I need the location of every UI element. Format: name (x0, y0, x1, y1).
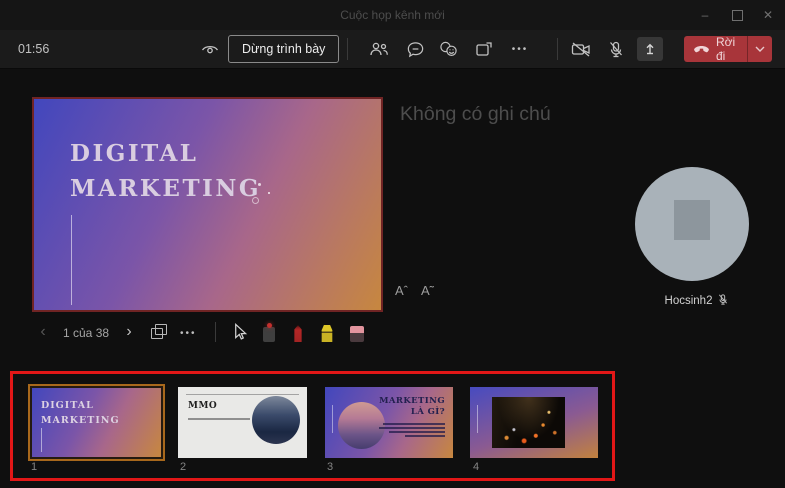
participant-name: Hocsinh2 (614, 293, 780, 307)
thumbnail-number: 4 (473, 461, 480, 473)
maximize-icon[interactable] (722, 0, 752, 30)
camera-off-icon[interactable] (569, 37, 593, 61)
minimize-icon[interactable]: – (690, 0, 720, 30)
laser-pointer-icon[interactable] (259, 320, 279, 342)
thumbnail-text-bar (379, 427, 445, 429)
eye-icon[interactable] (199, 38, 221, 60)
meeting-timer: 01:56 (18, 42, 50, 56)
chat-icon[interactable] (403, 37, 427, 61)
thumbnail-text-bar (389, 431, 445, 433)
thumbnail-circle-image (252, 396, 300, 444)
thumbnail-subtitle-bar (188, 418, 250, 420)
meeting-toolbar: 01:56 Dừng trình bày ••• Rời đi (0, 30, 785, 69)
thumbnail-text-bar (383, 423, 445, 425)
meeting-title: Cuộc họp kênh mới (340, 8, 445, 22)
cursor-icon[interactable] (229, 320, 249, 342)
thumbnail-accent-line (41, 428, 42, 452)
chevron-down-icon[interactable] (748, 46, 772, 52)
next-slide-icon[interactable]: › (122, 321, 136, 343)
thumbnail-slide-1[interactable]: DIGITAL MARKETING (28, 384, 165, 461)
mic-off-icon[interactable] (604, 37, 628, 61)
font-increase-button[interactable]: Aˆ (395, 283, 408, 298)
stop-presenting-button[interactable]: Dừng trình bày (228, 35, 340, 63)
slide-decoration-ring (252, 197, 259, 204)
more-tools-icon[interactable]: ••• (180, 328, 197, 339)
reactions-icon[interactable] (436, 37, 460, 61)
thumbnail-accent-line (332, 405, 333, 433)
participants-icon[interactable] (367, 37, 391, 61)
thumbnail-traffic-image (492, 397, 565, 448)
thumbnail-rule (186, 394, 299, 395)
thumbnail-text-bar (405, 435, 445, 437)
nav-divider (215, 322, 216, 342)
thumbnail-accent-line (477, 405, 478, 433)
highlighter-icon[interactable] (317, 320, 337, 342)
prev-slide-icon[interactable]: ‹ (36, 321, 50, 343)
thumbnail-slide-4[interactable] (470, 387, 598, 458)
eraser-icon[interactable] (347, 320, 367, 342)
avatar-placeholder (674, 200, 710, 240)
breakout-rooms-icon[interactable] (472, 37, 496, 61)
thumbnail-slide-3[interactable]: MARKETING LÀ GÌ? (325, 387, 453, 458)
hang-up-icon (693, 44, 710, 54)
slide-position: 1 của 38 (63, 326, 110, 340)
slide-decoration-dot (268, 192, 270, 194)
thumbnail-2-title: MMO (188, 401, 218, 411)
teams-meeting-window: Cuộc họp kênh mới – ✕ 01:56 Dừng trình b… (0, 0, 785, 488)
leave-label: Rời đi (716, 35, 736, 63)
slide-decoration-dot (258, 183, 261, 186)
notes-empty-text: Không có ghi chú (400, 103, 551, 125)
slide-grid-icon[interactable] (151, 324, 167, 339)
slide-accent-line (71, 215, 72, 305)
thumbnail-number: 2 (180, 461, 187, 473)
thumbnail-number: 3 (327, 461, 334, 473)
leave-button[interactable]: Rời đi (684, 35, 772, 63)
thumbnail-3-title: MARKETING LÀ GÌ? (379, 396, 445, 418)
thumbnail-1-title: DIGITAL MARKETING (41, 400, 120, 426)
participant-tile[interactable]: Hocsinh2 (614, 160, 780, 318)
presented-slide[interactable]: DIGITAL MARKETING (32, 97, 383, 312)
toolbar-divider (347, 38, 348, 60)
mic-muted-icon (719, 294, 728, 305)
thumbnail-number: 1 (31, 461, 38, 473)
thumbnail-slide-2[interactable]: MMO (178, 387, 307, 458)
thumbnail-circle-image (338, 402, 385, 449)
avatar (635, 167, 749, 281)
font-decrease-button[interactable]: A˜ (421, 283, 434, 298)
notes-font-controls: Aˆ A˜ (395, 283, 434, 298)
toolbar-divider (557, 38, 558, 60)
share-icon[interactable] (637, 37, 663, 61)
titlebar: Cuộc họp kênh mới – ✕ (0, 0, 785, 30)
more-options-icon[interactable]: ••• (508, 37, 532, 61)
slide-title: DIGITAL MARKETING (70, 140, 261, 202)
close-icon[interactable]: ✕ (753, 0, 783, 30)
red-pen-icon[interactable] (288, 320, 308, 342)
